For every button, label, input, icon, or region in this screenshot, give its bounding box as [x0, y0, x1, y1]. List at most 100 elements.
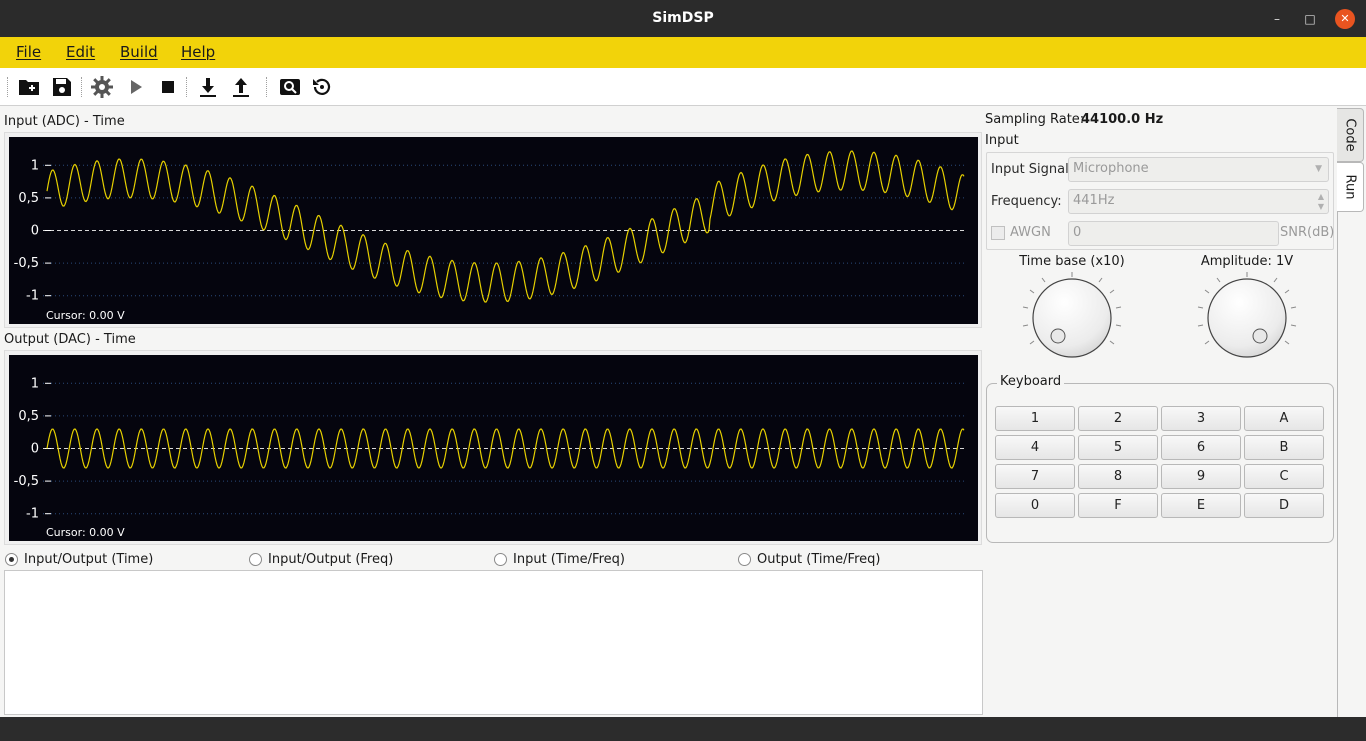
input-signal-value: Microphone	[1073, 161, 1149, 176]
run-panel: Sampling Rate: 44100.0 Hz Input Input Si…	[985, 106, 1337, 717]
snr-label: SNR(dB)	[1280, 225, 1335, 240]
output-scope-title: Output (DAC) - Time	[4, 332, 136, 347]
output-scope-screen[interactable]: 1 0,5 0 -0,5 -1 Cursor: 0.00 V	[9, 355, 978, 541]
frequency-label: Frequency:	[991, 194, 1062, 209]
save-icon[interactable]	[50, 75, 74, 99]
key-6[interactable]: 6	[1161, 435, 1241, 460]
radio-output-timefreq[interactable]: Output (Time/Freq)	[738, 549, 880, 569]
tab-run[interactable]: Run	[1337, 162, 1364, 212]
radio-io-freq[interactable]: Input/Output (Freq)	[249, 549, 393, 569]
console-output[interactable]	[4, 570, 983, 715]
time-base-label: Time base (x10)	[1019, 254, 1125, 269]
key-a[interactable]: A	[1244, 406, 1324, 431]
radio-label: Input/Output (Time)	[24, 551, 154, 567]
key-7[interactable]: 7	[995, 464, 1075, 489]
tab-run-label: Run	[1342, 174, 1358, 200]
awgn-label: AWGN	[1010, 225, 1051, 240]
y-tick-label: -0,5	[14, 474, 39, 489]
key-4[interactable]: 4	[995, 435, 1075, 460]
menu-file[interactable]: File	[16, 43, 41, 61]
y-tick-label: -1	[26, 507, 39, 522]
key-1[interactable]: 1	[995, 406, 1075, 431]
minimize-icon[interactable]: –	[1267, 9, 1287, 29]
key-0[interactable]: 0	[995, 493, 1075, 518]
awgn-checkbox[interactable]	[991, 226, 1005, 240]
input-signal-select[interactable]: Microphone ▼	[1068, 157, 1329, 182]
output-cursor-readout: Cursor: 0.00 V	[46, 526, 125, 539]
amplitude-label: Amplitude: 1V	[1200, 254, 1294, 269]
y-tick-label: 1	[31, 376, 39, 391]
time-base-knob[interactable]	[1020, 270, 1124, 366]
input-scope-plot: 1 0,5 0 -0,5 -1	[14, 150, 965, 304]
stop-icon[interactable]	[156, 75, 180, 99]
key-8[interactable]: 8	[1078, 464, 1158, 489]
output-scope[interactable]: 1 0,5 0 -0,5 -1 Cursor: 0.00 V	[4, 350, 982, 545]
radio-dot[interactable]	[249, 552, 262, 566]
input-group-title: Input	[985, 133, 1019, 148]
radio-label: Input/Output (Freq)	[268, 551, 394, 567]
zoom-icon[interactable]	[278, 75, 302, 99]
sampling-rate-label: Sampling Rate:	[985, 112, 1085, 127]
radio-input-timefreq[interactable]: Input (Time/Freq)	[494, 549, 625, 569]
input-cursor-readout: Cursor: 0.00 V	[46, 309, 125, 322]
main-area: Input (ADC) - Time 1 0,5 0 -0,5 -1 Cursor: 0…	[0, 106, 1366, 717]
input-scope-screen[interactable]: 1 0,5 0 -0,5 -1 Cursor: 0.00 V	[9, 137, 978, 324]
key-5[interactable]: 5	[1078, 435, 1158, 460]
input-scope[interactable]: 1 0,5 0 -0,5 -1 Cursor: 0.00 V	[4, 132, 982, 328]
radio-label: Output (Time/Freq)	[757, 551, 881, 567]
toolbar-separator	[266, 77, 267, 97]
y-tick-label: 0	[31, 224, 39, 239]
bottom-bar	[0, 717, 1366, 741]
key-d[interactable]: D	[1244, 493, 1324, 518]
settings-icon[interactable]	[90, 75, 114, 99]
key-e[interactable]: E	[1161, 493, 1241, 518]
snr-spinbox[interactable]: 0	[1068, 221, 1279, 246]
key-2[interactable]: 2	[1078, 406, 1158, 431]
menu-help[interactable]: Help	[181, 43, 215, 61]
toolbar-separator	[7, 77, 8, 97]
maximize-icon[interactable]: □	[1300, 9, 1320, 29]
radio-dot[interactable]	[738, 552, 751, 566]
y-tick-label: 0,5	[18, 409, 39, 424]
radio-dot[interactable]	[494, 552, 507, 566]
key-9[interactable]: 9	[1161, 464, 1241, 489]
play-icon[interactable]	[124, 75, 148, 99]
download-icon[interactable]	[196, 75, 220, 99]
close-icon[interactable]: ✕	[1335, 9, 1355, 29]
chevron-down-icon: ▼	[1315, 164, 1322, 174]
upload-icon[interactable]	[229, 75, 253, 99]
input-group: Input Signal: Microphone ▼ Frequency: 44…	[986, 152, 1334, 250]
menu-bar: File Edit Build Help	[0, 37, 1366, 68]
frequency-spinbox[interactable]: 441Hz ▲ ▼	[1068, 189, 1329, 214]
radio-io-time[interactable]: Input/Output (Time)	[5, 549, 153, 569]
y-tick-label: 0,5	[18, 191, 39, 206]
signal-trace	[46, 150, 965, 303]
reset-icon[interactable]	[310, 75, 334, 99]
y-tick-label: 1	[31, 158, 39, 173]
y-tick-label: -0,5	[14, 256, 39, 271]
key-b[interactable]: B	[1244, 435, 1324, 460]
snr-value: 0	[1073, 225, 1082, 240]
title-bar: SimDSP – □ ✕	[0, 0, 1366, 37]
window-title: SimDSP	[652, 10, 714, 26]
new-folder-icon[interactable]	[17, 75, 41, 99]
side-tabs: Code Run	[1337, 108, 1364, 714]
input-signal-label: Input Signal:	[991, 162, 1074, 177]
keyboard-title: Keyboard	[997, 374, 1065, 389]
frequency-value: 441Hz	[1073, 193, 1115, 208]
view-mode-group: Input/Output (Time) Input/Output (Freq) …	[4, 549, 982, 569]
toolbar-separator	[81, 77, 82, 97]
amplitude-knob[interactable]	[1195, 270, 1299, 366]
output-scope-plot: 1 0,5 0 -0,5 -1	[14, 376, 965, 522]
menu-edit[interactable]: Edit	[66, 43, 95, 61]
menu-build[interactable]: Build	[120, 43, 158, 61]
toolbar	[0, 68, 1366, 106]
tab-code[interactable]: Code	[1337, 108, 1364, 162]
key-c[interactable]: C	[1244, 464, 1324, 489]
key-f[interactable]: F	[1078, 493, 1158, 518]
y-tick-label: -1	[26, 289, 39, 304]
radio-dot[interactable]	[5, 552, 18, 566]
input-scope-title: Input (ADC) - Time	[4, 114, 125, 129]
spin-down-icon: ▼	[1317, 202, 1324, 211]
key-3[interactable]: 3	[1161, 406, 1241, 431]
